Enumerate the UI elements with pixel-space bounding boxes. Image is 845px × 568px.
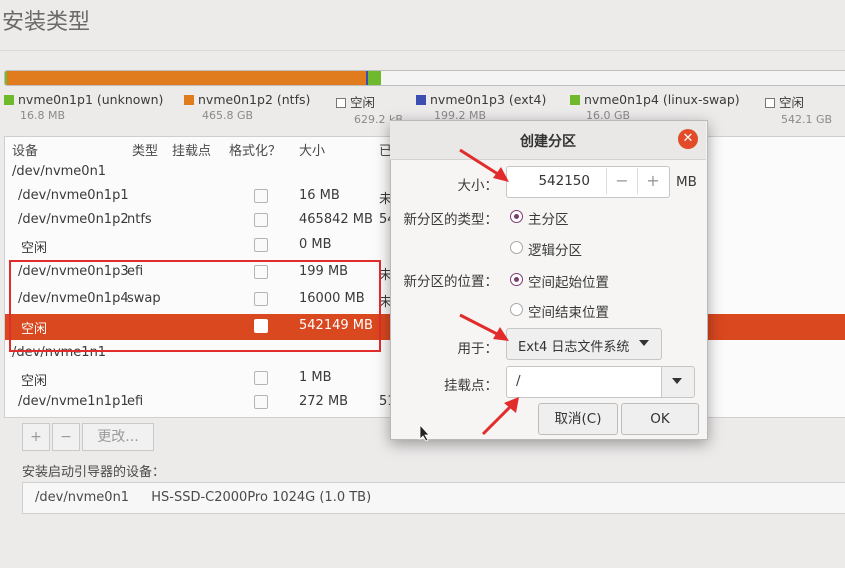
legend-swatch (765, 98, 775, 108)
row-device: 空闲 (21, 374, 48, 389)
legend-swatch (416, 95, 426, 105)
size-value[interactable]: 542150 (520, 173, 590, 189)
location-start-radio[interactable] (510, 273, 523, 286)
location-start-label[interactable]: 空间起始位置 (528, 271, 609, 291)
legend-name: nvme0n1p2 (ntfs) (198, 92, 311, 107)
legend-swatch (570, 95, 580, 105)
header-divider (0, 50, 845, 51)
primary-partition-label[interactable]: 主分区 (528, 208, 569, 228)
format-checkbox[interactable] (254, 213, 268, 227)
format-checkbox[interactable] (254, 238, 268, 252)
row-size: 16 MB (299, 188, 340, 203)
legend-name: 空闲 (350, 95, 376, 110)
format-checkbox[interactable] (254, 189, 268, 203)
chevron-down-icon (672, 378, 682, 384)
legend-name: 空闲 (779, 95, 805, 110)
row-device: /dev/nvme1n1p1 (18, 394, 129, 409)
legend-size: 542.1 GB (781, 113, 833, 126)
legend-name: nvme0n1p1 (unknown) (18, 92, 164, 107)
legend-swatch (4, 95, 14, 105)
change-partition-button[interactable]: 更改... (82, 423, 154, 451)
row-type: ntfs (127, 212, 152, 227)
dialog-title: 创建分区 (520, 134, 576, 150)
partition-location-label: 新分区的位置： (403, 274, 499, 290)
mount-point-label: 挂载点： (444, 378, 498, 394)
legend-name: nvme0n1p4 (linux-swap) (584, 92, 740, 107)
row-size: 465842 MB (299, 212, 373, 227)
legend-item: nvme0n1p4 (linux-swap) 16.0 GB (570, 92, 740, 122)
legend-item: nvme0n1p2 (ntfs) 465.8 GB (184, 92, 310, 122)
mouse-cursor-icon (419, 424, 430, 442)
cancel-button[interactable]: 取消(C) (538, 403, 618, 435)
col-device-header: 设备 (12, 144, 39, 159)
mount-point-input[interactable] (506, 366, 662, 398)
primary-partition-radio[interactable] (510, 210, 523, 223)
size-increase-button[interactable]: + (637, 168, 668, 194)
row-device: /dev/nvme0n1p2 (18, 212, 129, 227)
chevron-down-icon (639, 340, 649, 346)
legend-item: nvme0n1p3 (ext4) 199.2 MB (416, 92, 546, 122)
partition-bar-segment (380, 71, 845, 85)
bootloader-model: HS-SSD-C2000Pro 1024G (1.0 TB) (151, 490, 372, 505)
annotation-arrow-size-icon (459, 148, 509, 182)
location-end-label[interactable]: 空间结束位置 (528, 301, 609, 321)
legend-swatch (184, 95, 194, 105)
partition-bar (4, 70, 845, 86)
legend-size: 16.8 MB (20, 109, 66, 122)
partition-bar-segment (6, 71, 367, 85)
legend-swatch (336, 98, 346, 108)
remove-partition-button[interactable]: − (52, 423, 80, 451)
logical-partition-label[interactable]: 逻辑分区 (528, 239, 582, 259)
row-size: 0 MB (299, 237, 332, 252)
row-size: 1 MB (299, 370, 332, 385)
partition-type-label: 新分区的类型： (403, 212, 499, 228)
page-title: 安装类型 (2, 10, 91, 35)
size-unit: MB (676, 174, 697, 190)
annotation-arrow-use-icon (459, 313, 509, 341)
ok-button[interactable]: OK (621, 403, 699, 435)
col-type-header: 类型 (132, 144, 159, 159)
row-device: /dev/nvme0n1p1 (18, 188, 129, 203)
row-size: 272 MB (299, 394, 349, 409)
row-device: /dev/nvme0n1 (12, 164, 107, 179)
close-icon[interactable]: ✕ (678, 129, 698, 149)
legend-name: nvme0n1p3 (ext4) (430, 92, 547, 107)
mount-point-value: / (516, 373, 521, 389)
bootloader-device: /dev/nvme0n1 (35, 490, 130, 505)
logical-partition-radio[interactable] (510, 241, 523, 254)
row-type: efi (127, 394, 144, 409)
annotation-highlight-box (9, 260, 381, 352)
col-size-header: 大小 (299, 144, 326, 159)
partition-bar-segment (368, 71, 381, 85)
legend-size: 465.8 GB (202, 109, 254, 122)
format-checkbox[interactable] (254, 395, 268, 409)
col-mount-header: 挂载点 (172, 144, 212, 159)
row-device: 空闲 (21, 241, 48, 256)
legend-item: nvme0n1p1 (unknown) 16.8 MB (4, 92, 163, 122)
col-format-header: 格式化？ (229, 144, 282, 159)
annotation-arrow-mount-icon (481, 397, 519, 436)
bootloader-device-select[interactable]: /dev/nvme0n1 HS-SSD-C2000Pro 1024G (1.0 … (22, 482, 845, 514)
use-as-value: Ext4 日志文件系统 (518, 340, 630, 355)
size-decrease-button[interactable]: − (606, 168, 637, 194)
format-checkbox[interactable] (254, 371, 268, 385)
legend-item: 空闲 542.1 GB (765, 92, 832, 126)
bootloader-label: 安装启动引导器的设备： (22, 465, 166, 480)
add-partition-button[interactable]: + (22, 423, 50, 451)
